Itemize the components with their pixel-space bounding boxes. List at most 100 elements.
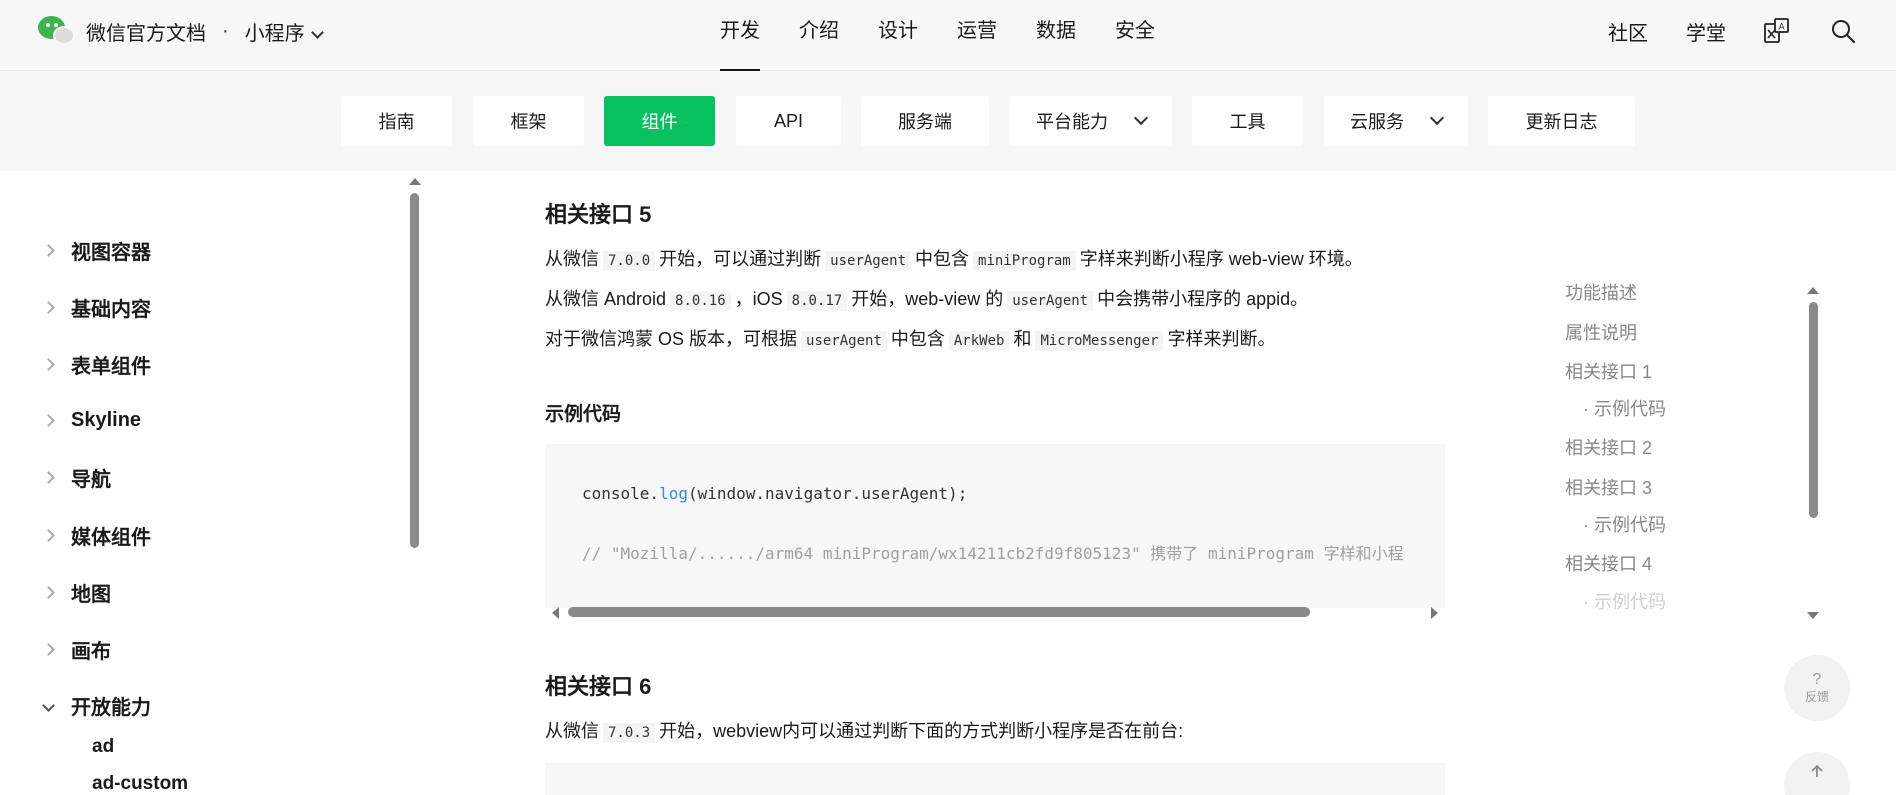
brand[interactable]: 微信官方文档 · 小程序 [38, 14, 324, 48]
sidebar-item-label: 地图 [71, 583, 111, 606]
subnav-components[interactable]: 组件 [604, 96, 715, 146]
subnav-framework[interactable]: 框架 [473, 96, 584, 146]
chevron-down-icon [1429, 110, 1445, 126]
chevron-right-icon [42, 470, 55, 484]
paragraph: 对于微信鸿蒙 OS 版本，可根据 userAgent 中包含 ArkWeb 和 Micro… [545, 329, 1276, 351]
code-line: console.log(window.navigator.userAgent); [582, 484, 968, 503]
chevron-right-icon [42, 528, 55, 542]
brand-separator: · [222, 19, 229, 42]
sidebar-item-navigation[interactable]: 导航 [42, 462, 111, 492]
doc-content: 相关接口 5 从微信 7.0.0 开始，可以通过判断 userAgent 中包含 mini… [545, 171, 1445, 795]
right-nav: 社区 学堂 A [1608, 0, 1896, 62]
sidebar-subitem-ad-custom[interactable]: ad-custom [92, 773, 188, 795]
main-nav: 开发 介绍 设计 运营 数据 安全 [720, 0, 1194, 71]
sidebar-item-label: 视图容器 [71, 241, 151, 264]
sub-nav: 指南 框架 组件 API 服务端 平台能力 工具 云服务 更新日志 [0, 71, 1896, 171]
feedback-button[interactable]: ? 反馈 [1784, 655, 1850, 721]
question-icon: ? [1812, 671, 1822, 688]
arrow-up-icon [1811, 764, 1823, 777]
chevron-down-icon [310, 25, 324, 39]
scroll-left-arrow-icon[interactable] [552, 607, 559, 619]
chevron-right-icon [42, 413, 55, 427]
sidebar-item-form[interactable]: 表单组件 [42, 349, 151, 379]
search-icon[interactable] [1830, 18, 1856, 44]
chevron-right-icon [42, 585, 55, 599]
subnav-cloud[interactable]: 云服务 [1324, 96, 1468, 146]
chevron-down-icon [42, 698, 55, 712]
wechat-logo-icon [38, 14, 78, 48]
sidebar-item-canvas[interactable]: 画布 [42, 634, 111, 664]
translate-icon[interactable]: A [1764, 18, 1790, 44]
back-to-top-button[interactable] [1784, 752, 1850, 795]
feedback-label: 反馈 [1804, 690, 1829, 704]
chevron-right-icon [42, 642, 55, 656]
toc-item[interactable]: 相关接口 4 [1565, 550, 1652, 576]
scroll-down-arrow-icon[interactable] [1807, 612, 1819, 619]
toc-scrollbar-thumb[interactable] [1809, 302, 1818, 518]
sidebar-item-view-container[interactable]: 视图容器 [42, 235, 151, 265]
sidebar-item-label: 导航 [71, 468, 111, 491]
subnav-guide[interactable]: 指南 [341, 96, 452, 146]
paragraph: 从微信 7.0.0 开始，可以通过判断 userAgent 中包含 miniProgram… [545, 249, 1363, 271]
sidebar-item-label: 基础内容 [71, 298, 151, 321]
svg-text:A: A [1779, 23, 1786, 33]
sidebar: 视图容器 基础内容 表单组件 Skyline 导航 媒体组件 地图 画布 开放能… [0, 171, 425, 795]
sidebar-item-label: 开放能力 [71, 696, 151, 719]
nav-operation[interactable]: 运营 [957, 0, 997, 71]
nav-community[interactable]: 社区 [1608, 17, 1648, 46]
sidebar-scrollbar-thumb[interactable] [410, 193, 419, 548]
toc-subitem[interactable]: · 示例代码 [1583, 395, 1666, 421]
subnav-changelog[interactable]: 更新日志 [1488, 96, 1635, 146]
scroll-up-arrow-icon[interactable] [1807, 287, 1819, 294]
code-scrollbar-thumb[interactable] [568, 607, 1310, 617]
sidebar-item-skyline[interactable]: Skyline [42, 405, 141, 435]
subnav-api[interactable]: API [736, 96, 841, 146]
chevron-down-icon [1133, 110, 1149, 126]
brand-title: 微信官方文档 [86, 22, 206, 45]
nav-security[interactable]: 安全 [1115, 0, 1155, 71]
sidebar-item-label: 媒体组件 [71, 526, 151, 549]
nav-develop[interactable]: 开发 [720, 0, 760, 71]
section-heading: 相关接口 5 [545, 202, 652, 227]
subnav-platform[interactable]: 平台能力 [1010, 96, 1172, 146]
code-block: console.log(window.navigator.userAgent);… [545, 444, 1445, 608]
table-of-contents: 功能描述 属性说明 相关接口 1 · 示例代码 相关接口 2 相关接口 3 · … [1565, 271, 1805, 621]
toc-subitem[interactable]: · 示例代码 [1583, 511, 1666, 537]
toc-item[interactable]: 相关接口 3 [1565, 474, 1652, 500]
paragraph: 从微信 Android 8.0.16 ，iOS 8.0.17 开始，web-view 的… [545, 289, 1309, 311]
sidebar-item-open-ability[interactable]: 开放能力 [42, 690, 151, 720]
sidebar-item-map[interactable]: 地图 [42, 577, 111, 607]
nav-design[interactable]: 设计 [878, 0, 918, 71]
sidebar-item-media[interactable]: 媒体组件 [42, 520, 151, 550]
chevron-right-icon [42, 300, 55, 314]
example-heading: 示例代码 [545, 404, 622, 425]
nav-data[interactable]: 数据 [1036, 0, 1076, 71]
toc-subitem[interactable]: · 示例代码 [1583, 588, 1666, 614]
subnav-cloud-label: 云服务 [1350, 112, 1404, 132]
top-header: 微信官方文档 · 小程序 开发 介绍 设计 运营 数据 安全 社区 学堂 A [0, 0, 1896, 71]
code-comment-line: // "Mozilla/....../arm64 miniProgram/wx1… [582, 544, 1404, 563]
subnav-server[interactable]: 服务端 [861, 96, 989, 146]
product-label: 小程序 [244, 22, 305, 45]
toc-item[interactable]: 相关接口 1 [1565, 358, 1652, 384]
toc-item[interactable]: 属性说明 [1565, 319, 1637, 345]
scroll-right-arrow-icon[interactable] [1431, 607, 1438, 619]
nav-academy[interactable]: 学堂 [1686, 17, 1726, 46]
sidebar-item-basic-content[interactable]: 基础内容 [42, 292, 151, 322]
code-block [545, 763, 1445, 795]
sidebar-item-label: 表单组件 [71, 355, 151, 378]
toc-item[interactable]: 功能描述 [1565, 279, 1637, 305]
section-heading: 相关接口 6 [545, 674, 652, 699]
product-switcher[interactable]: 小程序 [244, 17, 324, 46]
sidebar-subitem-ad[interactable]: ad [92, 736, 114, 758]
subnav-platform-label: 平台能力 [1036, 112, 1108, 132]
sidebar-item-label: 画布 [71, 640, 111, 663]
nav-intro[interactable]: 介绍 [799, 0, 839, 71]
chevron-right-icon [42, 243, 55, 257]
paragraph: 从微信 7.0.3 开始，webview内可以通过判断下面的方式判断小程序是否在前台… [545, 721, 1184, 743]
chevron-right-icon [42, 357, 55, 371]
subnav-tools[interactable]: 工具 [1192, 96, 1303, 146]
code-horizontal-scrollbar[interactable] [545, 605, 1445, 619]
scroll-up-arrow-icon[interactable] [409, 178, 421, 185]
toc-item[interactable]: 相关接口 2 [1565, 434, 1652, 460]
